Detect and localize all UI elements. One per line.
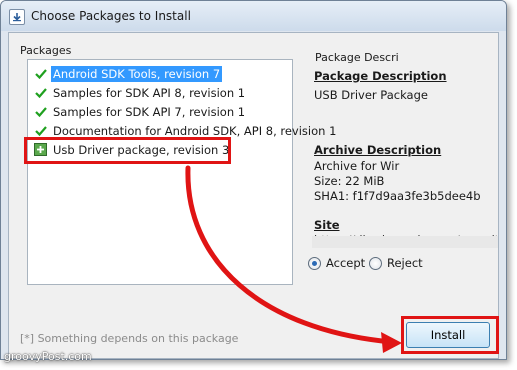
check-icon	[34, 67, 48, 81]
radio-selected-icon	[308, 256, 321, 270]
watermark-text: groovyPost.com	[4, 350, 92, 363]
package-description-heading: Package Description	[314, 69, 447, 83]
site-heading: Site	[314, 218, 340, 232]
highlight-usb-driver	[24, 137, 231, 164]
highlight-install-button	[401, 316, 499, 354]
archive-description-heading: Archive Description	[314, 143, 442, 157]
check-icon	[34, 105, 48, 119]
accept-radio[interactable]: Accept	[308, 256, 365, 270]
accept-label: Accept	[326, 256, 366, 270]
download-package-icon	[9, 9, 25, 25]
title-bar: Choose Packages to Install	[1, 1, 506, 31]
package-label: Android SDK Tools, revision 7	[51, 65, 223, 82]
package-label: Samples for SDK API 8, revision 1	[53, 85, 246, 100]
list-item[interactable]: Android SDK Tools, revision 7	[34, 65, 284, 82]
archive-size-text: Size: 22 MiB	[314, 174, 385, 188]
package-description-group-label: Package Descri	[315, 51, 399, 64]
packages-group-label: Packages	[20, 44, 72, 57]
details-horizontal-scrollbar[interactable]	[312, 236, 498, 248]
dependency-note: [*] Something depends on this package	[20, 332, 239, 345]
package-details-panel: Package Description USB Driver Package A…	[312, 65, 498, 245]
reject-radio[interactable]: Reject	[369, 256, 423, 270]
package-label: Samples for SDK API 7, revision 1	[53, 104, 246, 119]
radio-unselected-icon	[369, 256, 382, 270]
package-description-text: USB Driver Package	[314, 88, 428, 102]
list-item[interactable]: Samples for SDK API 7, revision 1	[34, 103, 284, 120]
reject-label: Reject	[387, 256, 423, 270]
archive-sha1-text: SHA1: f1f7d9aa3fe3b5dee4b	[314, 189, 481, 203]
check-icon	[34, 124, 48, 138]
check-icon	[34, 86, 48, 100]
archive-for-text: Archive for Wir	[314, 159, 400, 173]
window-title: Choose Packages to Install	[31, 9, 191, 23]
list-item[interactable]: Samples for SDK API 8, revision 1	[34, 84, 284, 101]
packages-list[interactable]: Android SDK Tools, revision 7 Samples fo…	[27, 59, 336, 285]
